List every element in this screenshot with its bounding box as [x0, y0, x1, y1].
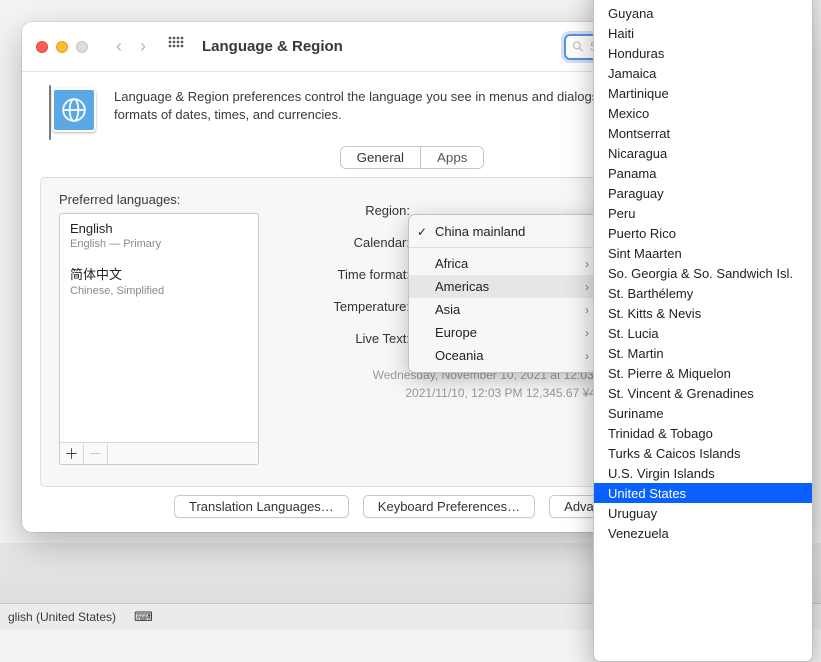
keyboard-icon[interactable]: ⌨ [134, 609, 153, 625]
region-submenu: GuatemalaGuyanaHaitiHondurasJamaicaMarti… [593, 0, 813, 662]
country-option[interactable]: Trinidad & Tobago [594, 423, 812, 443]
country-option[interactable]: Martinique [594, 83, 812, 103]
country-option[interactable]: Honduras [594, 43, 812, 63]
country-option[interactable]: St. Pierre & Miquelon [594, 363, 812, 383]
translation-languages-button[interactable]: Translation Languages… [174, 495, 349, 518]
window-controls [36, 41, 88, 53]
country-option[interactable]: Montserrat [594, 123, 812, 143]
country-option[interactable]: St. Vincent & Grenadines [594, 383, 812, 403]
country-option[interactable]: Guyana [594, 3, 812, 23]
tab-apps[interactable]: Apps [420, 147, 483, 168]
chevron-right-icon: › [585, 303, 589, 317]
close-button[interactable] [36, 41, 48, 53]
country-option[interactable]: St. Martin [594, 343, 812, 363]
country-option[interactable]: So. Georgia & So. Sandwich Isl. [594, 263, 812, 283]
region-label: Region: [289, 203, 414, 218]
country-option[interactable]: St. Lucia [594, 323, 812, 343]
calendar-label: Calendar: [289, 235, 414, 250]
chevron-right-icon: › [585, 349, 589, 363]
show-all-icon[interactable] [168, 36, 184, 57]
zoom-button [76, 41, 88, 53]
tab-general[interactable]: General [341, 147, 420, 168]
region-menu-americas[interactable]: Americas› [409, 275, 607, 298]
tabs: General Apps [340, 146, 485, 169]
chevron-right-icon: › [585, 257, 589, 271]
country-option[interactable]: Haiti [594, 23, 812, 43]
minimize-button[interactable] [56, 41, 68, 53]
country-option[interactable]: Uruguay [594, 503, 812, 523]
country-option[interactable]: U.S. Virgin Islands [594, 463, 812, 483]
country-option[interactable]: Turks & Caicos Islands [594, 443, 812, 463]
forward-button: › [140, 36, 146, 57]
region-menu-africa[interactable]: Africa› [409, 252, 607, 275]
country-option[interactable]: Puerto Rico [594, 223, 812, 243]
country-option[interactable]: Jamaica [594, 63, 812, 83]
temperature-label: Temperature: [289, 299, 414, 314]
remove-language-button: － [84, 443, 108, 464]
keyboard-preferences-button[interactable]: Keyboard Preferences… [363, 495, 535, 518]
livetext-label: Live Text: [289, 331, 414, 346]
globe-flag-icon [52, 88, 96, 132]
region-menu-europe[interactable]: Europe› [409, 321, 607, 344]
chevron-right-icon: › [585, 280, 589, 294]
country-option[interactable]: St. Barthélemy [594, 283, 812, 303]
region-menu-asia[interactable]: Asia› [409, 298, 607, 321]
country-option[interactable]: St. Kitts & Nevis [594, 303, 812, 323]
country-option[interactable]: Venezuela [594, 523, 812, 543]
page-title: Language & Region [202, 38, 343, 55]
country-option[interactable]: Sint Maarten [594, 243, 812, 263]
add-language-button[interactable]: ＋ [60, 443, 84, 464]
checkmark-icon: ✓ [417, 225, 427, 239]
list-item[interactable]: 简体中文 Chinese, Simplified [60, 257, 258, 304]
country-option[interactable]: Peru [594, 203, 812, 223]
preferred-languages-list[interactable]: English English — Primary 简体中文 Chinese, … [59, 213, 259, 465]
region-menu: ✓ China mainland Africa›Americas›Asia›Eu… [408, 214, 608, 373]
region-menu-current[interactable]: ✓ China mainland [409, 220, 607, 243]
country-option[interactable]: Suriname [594, 403, 812, 423]
header-description: Language & Region preferences control th… [114, 88, 644, 124]
input-source-label[interactable]: glish (United States) [8, 610, 116, 624]
country-option[interactable]: Nicaragua [594, 143, 812, 163]
back-button[interactable]: ‹ [116, 36, 122, 57]
country-option[interactable]: United States [594, 483, 812, 503]
country-option[interactable]: Panama [594, 163, 812, 183]
list-item[interactable]: English English — Primary [60, 214, 258, 257]
timeformat-label: Time format: [289, 267, 414, 282]
chevron-right-icon: › [585, 326, 589, 340]
country-option[interactable]: Paraguay [594, 183, 812, 203]
region-menu-oceania[interactable]: Oceania› [409, 344, 607, 367]
search-icon [572, 40, 584, 53]
country-option[interactable]: Mexico [594, 103, 812, 123]
